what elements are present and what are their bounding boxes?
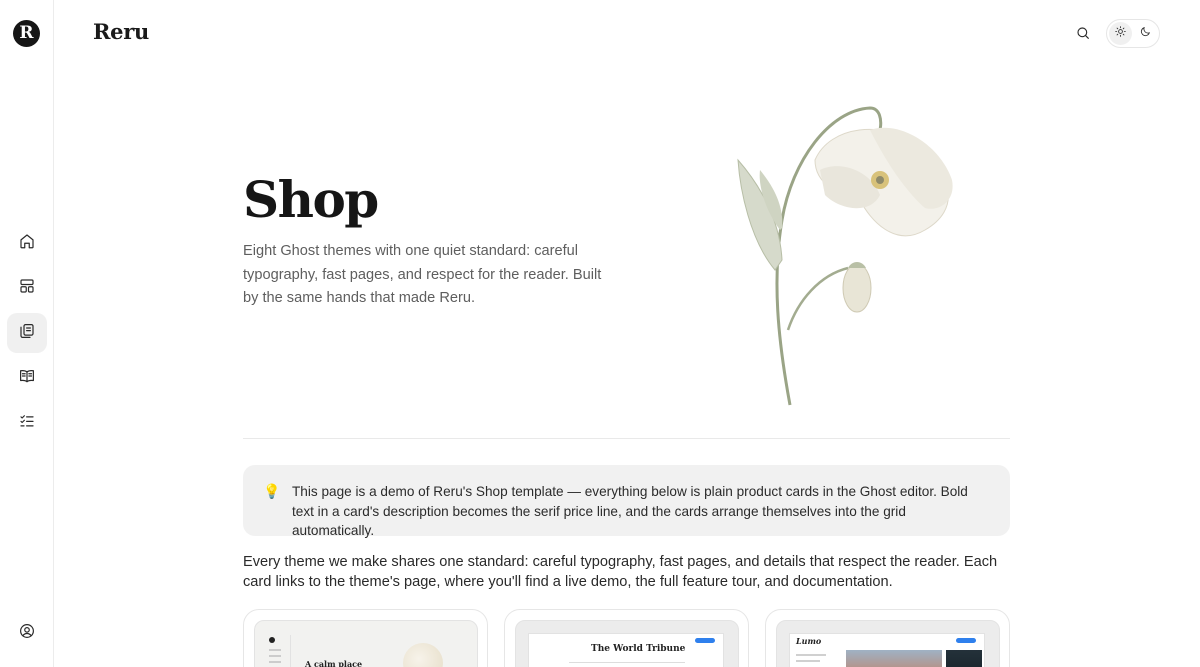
page-subtitle: Eight Ghost themes with one quiet standa…	[243, 243, 602, 306]
page-title: Shop	[243, 170, 379, 229]
thumb-image-dark	[946, 650, 982, 667]
thumb-flower	[403, 643, 443, 667]
search-button[interactable]	[1072, 23, 1094, 45]
checklist-icon	[18, 412, 36, 435]
divider	[243, 438, 1010, 439]
product-card[interactable]: The World Tribune	[504, 609, 749, 667]
thumb-page: Lumo	[789, 633, 985, 667]
copy-icon	[18, 322, 36, 345]
product-card[interactable]: Lumo	[765, 609, 1010, 667]
brand-name[interactable]: Reru	[93, 19, 149, 44]
layout-icon	[18, 277, 36, 300]
card-thumbnail: The World Tribune	[515, 620, 739, 667]
moon-icon	[1139, 25, 1152, 43]
thumb-page: The World Tribune	[528, 633, 724, 667]
nav-account[interactable]	[7, 613, 47, 653]
sun-icon	[1114, 25, 1127, 43]
home-icon	[18, 232, 36, 255]
info-callout: 💡 This page is a demo of Reru's Shop tem…	[243, 465, 1010, 538]
nav-shop[interactable]	[7, 313, 47, 353]
nav-checklist[interactable]	[7, 403, 47, 443]
card-thumbnail: Lumo	[776, 620, 1000, 667]
book-icon	[18, 367, 36, 390]
card-thumbnail: A calm place	[254, 620, 478, 667]
product-card[interactable]: A calm place	[243, 609, 488, 667]
thumb-masthead: The World Tribune	[591, 644, 686, 654]
thumb-logo: Lumo	[796, 636, 822, 646]
theme-toggle[interactable]	[1106, 19, 1160, 48]
intro-paragraph: Every theme we make shares one standard:…	[243, 554, 998, 590]
nav-home[interactable]	[7, 223, 47, 263]
logo[interactable]: R	[13, 20, 40, 47]
thumb-image-mountains	[846, 650, 942, 667]
user-circle-icon	[18, 622, 36, 645]
dark-mode-option[interactable]	[1134, 22, 1157, 45]
thumb-sidebar	[265, 635, 291, 667]
callout-text: This page is a demo of Reru's Shop templ…	[292, 484, 968, 538]
light-mode-option[interactable]	[1109, 22, 1132, 45]
nav-layout[interactable]	[7, 268, 47, 308]
sidebar-rail: R	[0, 0, 54, 667]
flower-illustration	[720, 100, 970, 410]
thumb-heading: A calm place	[305, 659, 363, 667]
search-icon	[1075, 25, 1091, 44]
lightbulb-icon: 💡	[263, 483, 281, 499]
nav-docs[interactable]	[7, 358, 47, 398]
